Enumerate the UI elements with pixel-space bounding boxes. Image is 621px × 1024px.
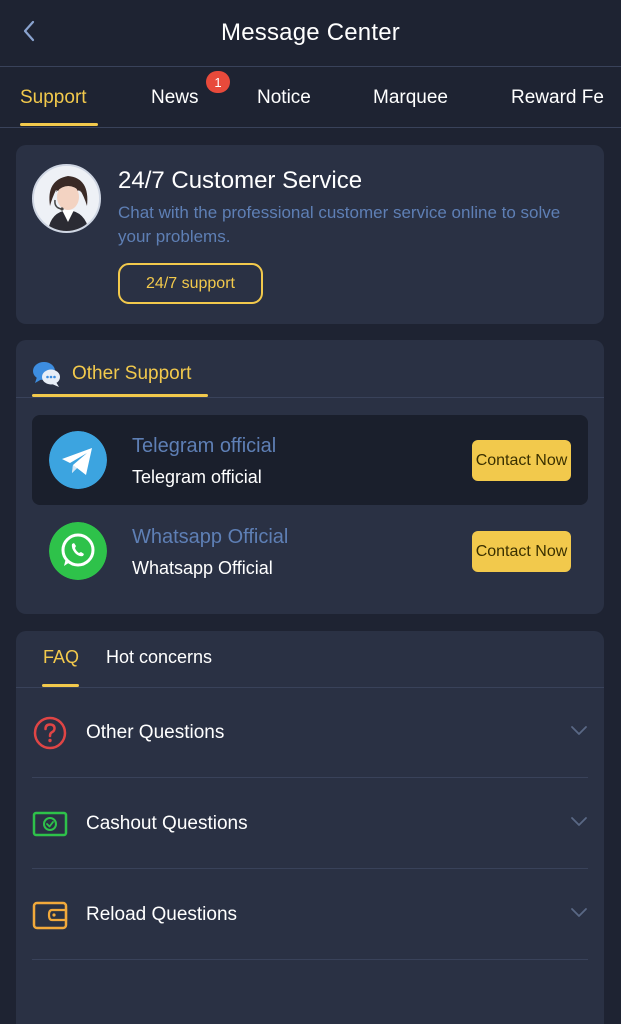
whatsapp-icon	[49, 522, 107, 580]
faq-item-label: Cashout Questions	[86, 813, 248, 834]
contact-subtitle: Telegram official	[132, 467, 262, 487]
contact-name[interactable]: Telegram official	[132, 435, 276, 458]
contact-subtitle: Whatsapp Official	[132, 558, 273, 578]
chat-bubbles-icon	[33, 362, 60, 387]
question-icon	[32, 715, 68, 751]
divider	[32, 868, 588, 869]
contact-row-telegram: Telegram official Telegram official Cont…	[32, 415, 588, 505]
chevron-down-icon	[571, 908, 587, 917]
telegram-contact-button[interactable]: Contact Now	[472, 440, 571, 481]
wallet-icon	[32, 897, 68, 933]
contact-row-whatsapp: Whatsapp Official Whatsapp Official Cont…	[32, 506, 588, 596]
tab-hot-concerns[interactable]: Hot concerns	[106, 647, 212, 668]
chevron-left-icon	[23, 20, 35, 42]
faq-card: FAQ Hot concerns Other Questions Cashout…	[16, 631, 604, 1024]
tab-support[interactable]: Support	[20, 67, 87, 129]
faq-item-cashout-questions[interactable]: Cashout Questions	[32, 779, 588, 869]
chevron-down-icon	[571, 817, 587, 826]
faq-item-label: Other Questions	[86, 722, 225, 743]
customer-service-description: Chat with the professional customer serv…	[118, 203, 561, 246]
contact-name[interactable]: Whatsapp Official	[132, 526, 288, 549]
tab-news[interactable]: News	[151, 67, 199, 129]
support-24-7-button[interactable]: 24/7 support	[118, 263, 263, 304]
whatsapp-contact-button[interactable]: Contact Now	[472, 531, 571, 572]
divider	[32, 777, 588, 778]
page-title: Message Center	[221, 19, 400, 46]
faq-item-reload-questions[interactable]: Reload Questions	[32, 870, 588, 960]
customer-service-card: 24/7 Customer Service Chat with the prof…	[16, 145, 604, 324]
tab-faq[interactable]: FAQ	[43, 647, 79, 668]
header-bar: Message Center	[0, 0, 621, 66]
divider	[16, 397, 604, 398]
chevron-down-icon	[571, 726, 587, 735]
faq-item-label: Reload Questions	[86, 904, 238, 925]
agent-avatar	[32, 164, 101, 233]
faq-item-other-questions[interactable]: Other Questions	[32, 688, 588, 778]
cash-icon	[32, 806, 68, 842]
tab-notice[interactable]: Notice	[257, 67, 311, 129]
active-tab-indicator	[20, 123, 98, 126]
customer-service-title: 24/7 Customer Service	[118, 167, 363, 194]
other-support-header: Other Support	[32, 354, 191, 394]
app-screen: Message Center Support News 1 Notice Mar…	[0, 0, 621, 1024]
divider	[32, 959, 588, 960]
tab-reward-feedback[interactable]: Reward Fe	[511, 67, 604, 129]
tab-marquee[interactable]: Marquee	[373, 67, 448, 129]
other-support-card: Other Support Telegram official Telegram…	[16, 340, 604, 614]
tab-bar: Support News 1 Notice Marquee Reward Fe	[0, 66, 621, 128]
telegram-icon	[49, 431, 107, 489]
other-support-title: Other Support	[72, 363, 192, 384]
back-button[interactable]	[14, 16, 44, 46]
news-badge: 1	[206, 71, 230, 93]
